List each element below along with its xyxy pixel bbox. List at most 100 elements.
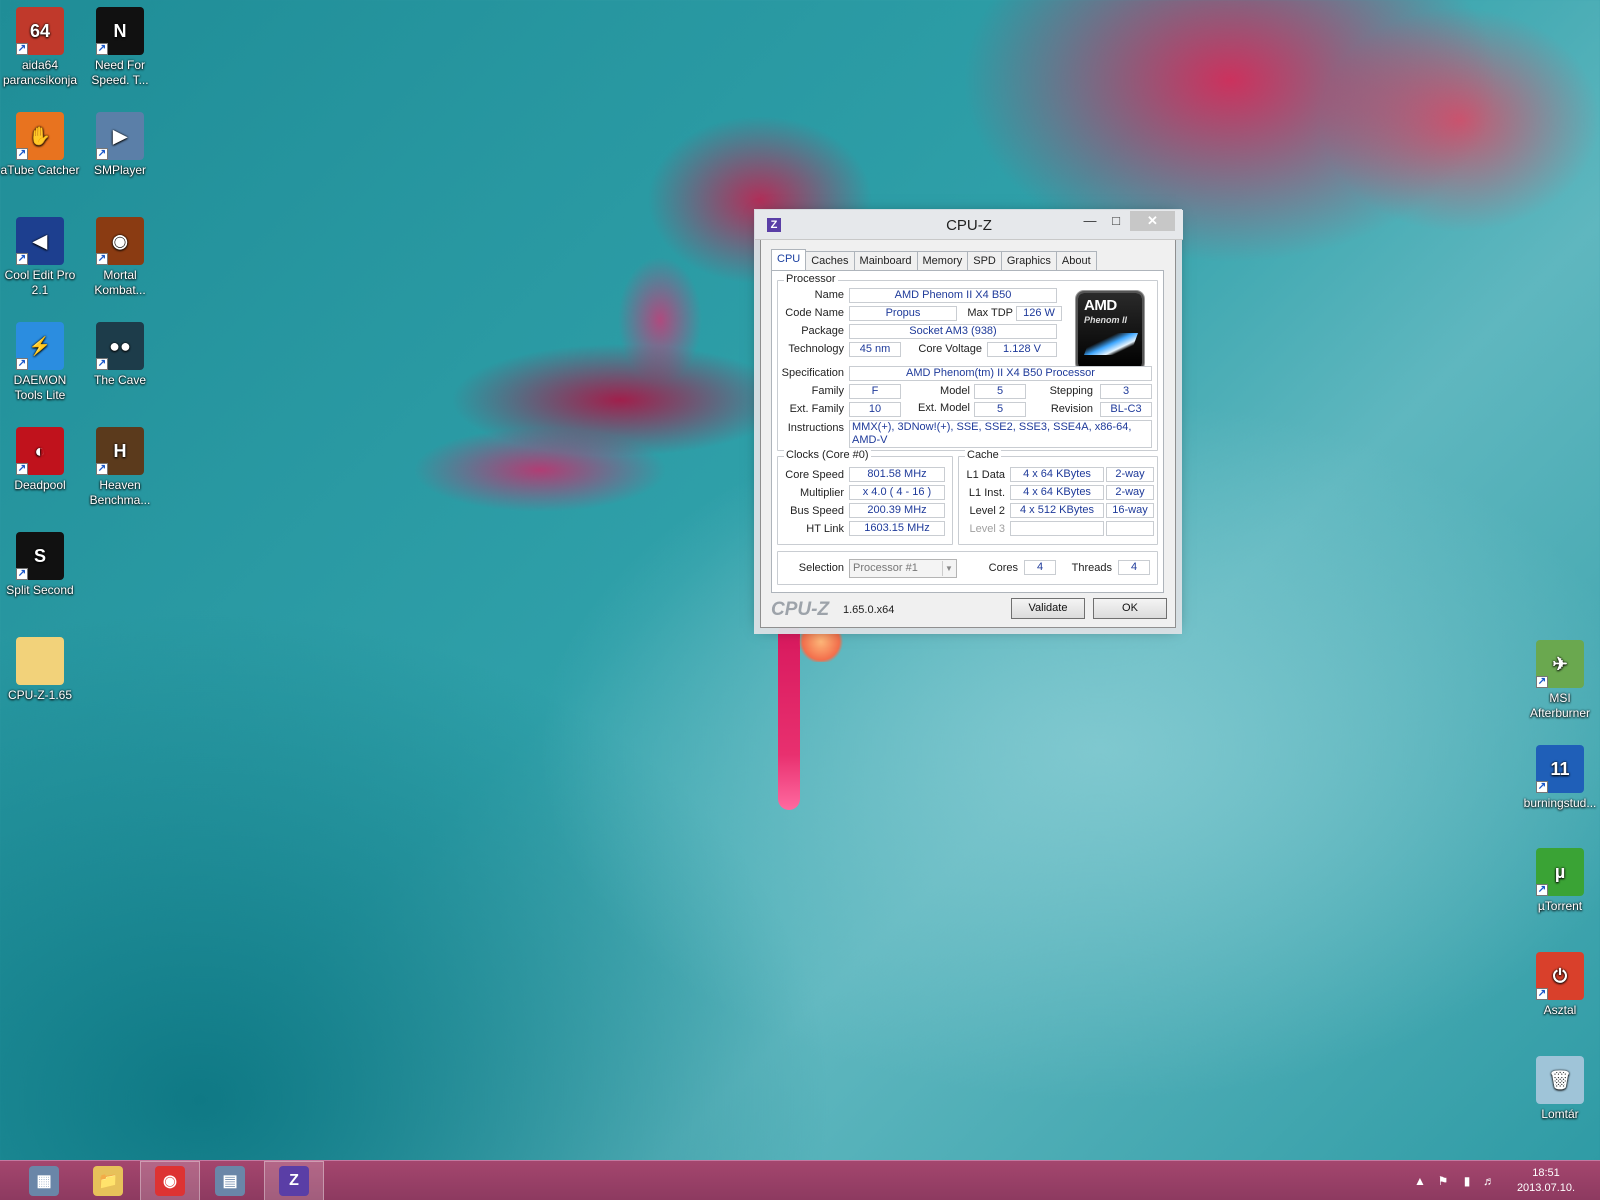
desktop-shortcut[interactable]: 🗑 Lomtár [1520,1056,1600,1122]
processor-select[interactable]: Processor #1 ▼ [849,559,957,578]
multiplier-label: Multiplier [799,487,844,499]
desktop-shortcut[interactable]: ⚡ ↗ DAEMON Tools Lite [0,322,80,403]
threads-value: 4 [1118,560,1150,575]
cores-label: Cores [988,562,1018,574]
control-panel-icon[interactable]: ▤ [200,1161,260,1200]
tab-caches[interactable]: Caches [805,251,855,270]
specification-value: AMD Phenom(tm) II X4 B50 Processor [849,366,1152,381]
selection-label: Selection [798,562,844,574]
ok-button[interactable]: OK [1093,598,1167,619]
shortcut-arrow-icon: ↗ [16,148,28,160]
corespeed-label: Core Speed [785,469,844,481]
desktop-shortcut[interactable]: H ↗ Heaven Benchma... [80,427,160,508]
shortcut-arrow-icon: ↗ [96,253,108,265]
clocks-legend: Clocks (Core #0) [784,449,871,461]
desktop-shortcut-label: aTube Catcher [0,163,80,177]
extmodel-label: Ext. Model [918,402,970,414]
busspeed-label: Bus Speed [790,505,844,517]
desktop-shortcut[interactable]: 64 ↗ aida64 parancsikonja [0,7,80,88]
package-label: Package [801,325,844,337]
cpuz-taskbar-icon[interactable]: Z [264,1161,324,1200]
desktop-shortcut-label: Mortal Kombat... [94,268,146,297]
tab-cpu[interactable]: CPU [771,249,807,270]
l1inst-value: 4 x 64 KBytes [1010,485,1104,500]
package-value: Socket AM3 (938) [849,324,1057,339]
stepping-value: 3 [1100,384,1152,399]
tab-mainboard[interactable]: Mainboard [853,251,918,270]
desktop-shortcut[interactable]: ◀ ↗ Cool Edit Pro 2.1 [0,217,80,298]
revision-label: Revision [1050,403,1093,415]
folder-icon [16,637,64,685]
desktop-shortcut[interactable]: N ↗ Need For Speed. T... [80,7,160,88]
desktop-shortcut[interactable]: ▶ ↗ SMPlayer [80,112,160,178]
shortcut-arrow-icon: ↗ [16,463,28,475]
title-bar[interactable]: Z CPU-Z — □ ✕ [755,210,1183,240]
desktop-shortcut-label: CPU-Z-1.65 [7,688,72,702]
desktop-shortcut[interactable]: 11 ↗ burningstud... [1520,745,1600,811]
chevron-down-icon: ▼ [942,561,955,576]
control-panel-glyph: ▤ [215,1166,245,1196]
tab-memory[interactable]: Memory [916,251,969,270]
level3-label: Level 3 [969,523,1005,535]
family-label: Family [811,385,844,397]
l1data-label: L1 Data [966,469,1005,481]
shortcut-arrow-icon: ↗ [1536,676,1548,688]
shortcut-arrow-icon: ↗ [96,358,108,370]
instructions-label: Instructions [787,422,844,434]
desktop-shortcut[interactable]: µ ↗ µTorrent [1520,848,1600,914]
amd-logo-text: AMD [1084,297,1117,314]
tab-spd[interactable]: SPD [967,251,1002,270]
desktop-shortcut[interactable]: ●● ↗ The Cave [80,322,160,388]
tab-graphics[interactable]: Graphics [1000,251,1057,270]
utorrent-icon: µ ↗ [1536,848,1584,896]
shortcut-arrow-icon: ↗ [96,43,108,55]
specification-label: Specification [781,367,844,379]
processor-select-value: Processor #1 [853,562,918,574]
phenom-logo-text: Phenom II [1084,315,1128,325]
taskbar-clock[interactable]: 18:51 2013.07.10. [1506,1166,1586,1196]
close-button[interactable]: ✕ [1130,211,1175,231]
daemon-tools-icon: ⚡ ↗ [16,322,64,370]
clocks-group: Clocks (Core #0) Core Speed 801.58 MHz M… [777,449,953,545]
desktop-shortcut-label: aida64 parancsikonja [2,58,78,87]
deadpool-icon: ◐ ↗ [16,427,64,475]
processor-legend: Processor [784,273,838,285]
instructions-value: MMX(+), 3DNow!(+), SSE, SSE2, SSE3, SSE4… [849,420,1152,448]
chrome-glyph: ◉ [155,1166,185,1196]
extfamily-label: Ext. Family [789,403,844,415]
codename-value: Propus [849,306,957,321]
technology-label: Technology [788,343,844,355]
server-manager-icon[interactable]: ▦ [14,1161,74,1200]
recycle-bin-icon: 🗑 [1536,1056,1584,1104]
action-center-flag-icon[interactable]: ⚑ [1432,1161,1454,1200]
desktop-shortcut[interactable]: S ↗ Split Second [0,532,80,598]
desktop-shortcut[interactable]: CPU-Z-1.65 [0,637,80,703]
tab-about[interactable]: About [1055,251,1097,270]
tray-overflow-icon[interactable]: ▲ [1410,1161,1430,1200]
corespeed-value: 801.58 MHz [849,467,945,482]
cache-group: Cache L1 Data 4 x 64 KBytes 2-way L1 Ins… [958,449,1158,545]
desktop-shortcut[interactable]: ✈ ↗ MSI Afterburner [1520,640,1600,721]
shortcut-arrow-icon: ↗ [1536,988,1548,1000]
maximize-button[interactable]: □ [1103,211,1129,231]
power-icon: ⏻ ↗ [1536,952,1584,1000]
minimize-button[interactable]: — [1077,211,1103,231]
validate-button[interactable]: Validate [1011,598,1085,619]
desktop-shortcut[interactable]: ◉ ↗ Mortal Kombat... [80,217,160,298]
desktop-shortcut[interactable]: ⏻ ↗ Asztal [1520,952,1600,1018]
chrome-icon[interactable]: ◉ [140,1161,200,1200]
l1data-value: 4 x 64 KBytes [1010,467,1104,482]
network-icon[interactable]: ▮ [1456,1161,1478,1200]
desktop-shortcut[interactable]: ◐ ↗ Deadpool [0,427,80,493]
desktop-shortcut[interactable]: ✋ ↗ aTube Catcher [0,112,80,178]
shortcut-arrow-icon: ↗ [16,43,28,55]
volume-icon[interactable]: ♬ [1478,1161,1500,1200]
cpuz-taskbar-glyph: Z [279,1166,309,1196]
model-value: 5 [974,384,1026,399]
burningstudio-icon: 11 ↗ [1536,745,1584,793]
shortcut-arrow-icon: ↗ [96,463,108,475]
cpuz-window[interactable]: Z CPU-Z — □ ✕ CPU Caches Mainboard Memor… [755,210,1183,628]
shortcut-arrow-icon: ↗ [16,358,28,370]
file-explorer-icon[interactable]: 📁 [78,1161,138,1200]
level2-value: 4 x 512 KBytes [1010,503,1104,518]
